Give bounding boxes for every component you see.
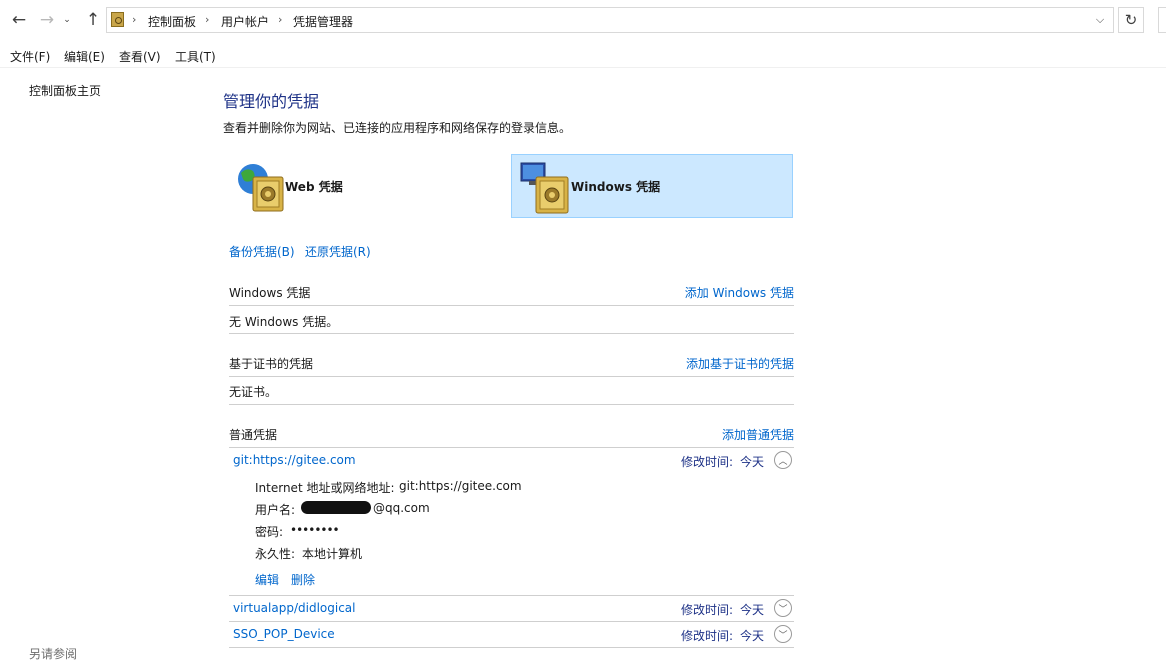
address-label: Internet 地址或网络地址: bbox=[255, 481, 395, 495]
back-button[interactable]: ← bbox=[8, 8, 30, 32]
arrow-left-icon: ← bbox=[11, 10, 27, 30]
divider bbox=[229, 595, 794, 596]
control-panel-home-link[interactable]: 控制面板主页 bbox=[29, 82, 101, 99]
redacted-block bbox=[301, 501, 371, 514]
web-credentials-label: Web 凭据 bbox=[285, 180, 343, 194]
divider bbox=[229, 404, 794, 405]
credential-name[interactable]: virtualapp/didlogical bbox=[233, 601, 355, 615]
credential-manager-icon bbox=[111, 12, 124, 27]
certificate-empty-text: 无证书。 bbox=[229, 385, 278, 399]
forward-button[interactable]: → bbox=[36, 8, 58, 32]
divider bbox=[229, 647, 794, 648]
arrow-up-icon: ↑ bbox=[85, 10, 101, 30]
address-input[interactable]: › 控制面板 › 用户帐户 › 凭据管理器 ⌵ bbox=[106, 7, 1114, 33]
address-bar-area: ← → ⌄ ↑ › 控制面板 › 用户帐户 › 凭据管理器 ⌵ ↻ bbox=[0, 0, 1166, 42]
chevron-down-icon: ﹀ bbox=[778, 630, 788, 641]
restore-credentials-link[interactable]: 还原凭据(R) bbox=[305, 243, 371, 260]
generic-section-title: 普通凭据 bbox=[229, 428, 278, 442]
windows-empty-text: 无 Windows 凭据。 bbox=[229, 315, 339, 329]
modified-value: 今天 bbox=[740, 629, 765, 643]
see-also-heading: 另请参阅 bbox=[29, 647, 78, 661]
up-button[interactable]: ↑ bbox=[82, 8, 104, 32]
password-value: •••••••• bbox=[290, 523, 340, 537]
windows-credentials-tile[interactable]: Windows 凭据 bbox=[511, 154, 793, 218]
breadcrumb-user-accounts[interactable]: 用户帐户 bbox=[221, 13, 269, 30]
chevron-right-icon: › bbox=[132, 13, 137, 26]
username-suffix: @qq.com bbox=[373, 501, 430, 515]
recent-locations-button[interactable]: ⌄ bbox=[60, 8, 74, 32]
backup-credentials-link[interactable]: 备份凭据(B) bbox=[229, 243, 295, 260]
divider bbox=[229, 305, 794, 306]
page-title: 管理你的凭据 bbox=[223, 92, 320, 111]
add-certificate-credential-link[interactable]: 添加基于证书的凭据 bbox=[686, 355, 794, 372]
persistence-label: 永久性: bbox=[255, 547, 296, 561]
credential-name[interactable]: SSO_POP_Device bbox=[233, 627, 335, 641]
edit-credential-link[interactable]: 编辑 bbox=[255, 571, 279, 588]
chevron-down-icon: ⌵ bbox=[1095, 13, 1105, 26]
refresh-button[interactable]: ↻ bbox=[1118, 7, 1144, 33]
delete-credential-link[interactable]: 删除 bbox=[291, 571, 315, 588]
modified-label: 修改时间: bbox=[681, 455, 734, 469]
menu-file[interactable]: 文件(F) bbox=[10, 48, 50, 65]
refresh-icon: ↻ bbox=[1124, 11, 1138, 29]
address-value: git:https://gitee.com bbox=[399, 479, 522, 493]
menu-edit[interactable]: 编辑(E) bbox=[64, 48, 105, 65]
persistence-value: 本地计算机 bbox=[302, 547, 363, 561]
password-label: 密码: bbox=[255, 525, 284, 539]
add-windows-credential-link[interactable]: 添加 Windows 凭据 bbox=[685, 284, 794, 301]
credential-name[interactable]: git:https://gitee.com bbox=[233, 453, 356, 467]
modified-value: 今天 bbox=[740, 455, 765, 469]
address-history-dropdown[interactable]: ⌵ bbox=[1091, 11, 1109, 29]
search-box[interactable] bbox=[1158, 7, 1166, 33]
breadcrumb-credential-manager[interactable]: 凭据管理器 bbox=[293, 13, 353, 30]
menu-bar: 文件(F) 编辑(E) 查看(V) 工具(T) bbox=[0, 43, 1166, 68]
windows-credentials-label: Windows 凭据 bbox=[571, 180, 661, 194]
windows-section-title: Windows 凭据 bbox=[229, 286, 311, 300]
expand-button[interactable]: ﹀ bbox=[774, 625, 792, 643]
add-generic-credential-link[interactable]: 添加普通凭据 bbox=[722, 426, 794, 443]
windows-vault-icon bbox=[520, 162, 569, 214]
collapse-button[interactable]: ︿ bbox=[774, 451, 792, 469]
chevron-down-icon: ⌄ bbox=[63, 15, 71, 25]
chevron-down-icon: ﹀ bbox=[778, 604, 788, 615]
web-credentials-tile[interactable]: Web 凭据 bbox=[229, 155, 511, 217]
divider bbox=[229, 333, 794, 334]
breadcrumb-control-panel[interactable]: 控制面板 bbox=[148, 13, 196, 30]
username-label: 用户名: bbox=[255, 503, 296, 517]
divider bbox=[229, 376, 794, 377]
certificate-section-title: 基于证书的凭据 bbox=[229, 357, 314, 371]
web-vault-icon bbox=[238, 164, 284, 212]
chevron-up-icon: ︿ bbox=[778, 456, 788, 467]
menu-tools[interactable]: 工具(T) bbox=[175, 48, 216, 65]
username-value: @qq.com bbox=[301, 501, 430, 515]
chevron-right-icon[interactable]: › bbox=[205, 13, 209, 26]
chevron-right-icon[interactable]: › bbox=[278, 13, 282, 26]
expand-button[interactable]: ﹀ bbox=[774, 599, 792, 617]
modified-value: 今天 bbox=[740, 603, 765, 617]
page-description: 查看并删除你为网站、已连接的应用程序和网络保存的登录信息。 bbox=[223, 121, 572, 135]
divider bbox=[229, 447, 794, 448]
modified-label: 修改时间: bbox=[681, 629, 734, 643]
menu-view[interactable]: 查看(V) bbox=[119, 48, 161, 65]
divider bbox=[229, 621, 794, 622]
modified-label: 修改时间: bbox=[681, 603, 734, 617]
arrow-right-icon: → bbox=[39, 10, 55, 30]
